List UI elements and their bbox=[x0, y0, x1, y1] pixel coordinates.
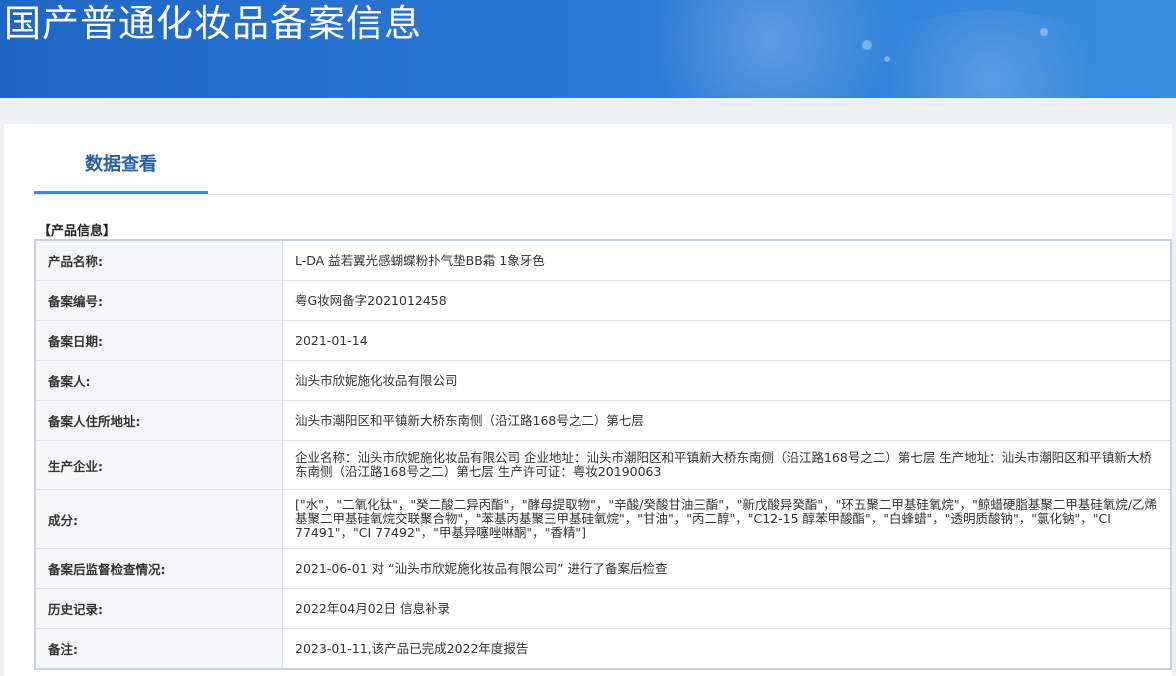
row-value: 2021-01-14 bbox=[282, 320, 1172, 361]
table-row: 备案编号: 粤G妆网备字2021012458 bbox=[34, 280, 1172, 321]
row-label: 产品名称: bbox=[34, 239, 283, 281]
product-info-table: 产品名称: L-DA 益若翼光感蝴蝶粉扑气垫BB霜 1象牙色 备案编号: 粤G妆… bbox=[34, 239, 1172, 670]
table-row: 生产企业: 企业名称：汕头市欣妮施化妆品有限公司 企业地址：汕头市潮阳区和平镇新… bbox=[34, 440, 1172, 490]
page-title: 国产普通化妆品备案信息 bbox=[4, 2, 422, 45]
row-label: 备案人住所地址: bbox=[34, 400, 283, 441]
row-value: 2023-01-11,该产品已完成2022年度报告 bbox=[282, 628, 1172, 670]
tab-bar: 数据查看 bbox=[34, 124, 1172, 195]
banner-dot-decoration bbox=[884, 56, 890, 62]
row-label: 生产企业: bbox=[34, 440, 283, 490]
row-value: 企业名称：汕头市欣妮施化妆品有限公司 企业地址：汕头市潮阳区和平镇新大桥东南侧（… bbox=[282, 440, 1172, 490]
row-value: ["水"，"二氧化钛"，"癸二酸二异丙酯"，"酵母提取物"，"辛酸/癸酸甘油三酯… bbox=[282, 489, 1172, 549]
row-label: 备注: bbox=[34, 628, 283, 670]
row-value: L-DA 益若翼光感蝴蝶粉扑气垫BB霜 1象牙色 bbox=[282, 239, 1172, 281]
row-label: 备案人: bbox=[34, 360, 283, 401]
row-label: 备案日期: bbox=[34, 320, 283, 361]
row-label: 备案后监督检查情况: bbox=[34, 548, 283, 589]
row-value: 汕头市欣妮施化妆品有限公司 bbox=[282, 360, 1172, 401]
section-title: 【产品信息】 bbox=[38, 224, 117, 239]
row-value: 粤G妆网备字2021012458 bbox=[282, 280, 1172, 321]
row-value: 2021-06-01 对 “汕头市欣妮施化妆品有限公司” 进行了备案后检查 bbox=[282, 548, 1172, 589]
table-row: 成分: ["水"，"二氧化钛"，"癸二酸二异丙酯"，"酵母提取物"，"辛酸/癸酸… bbox=[34, 489, 1172, 549]
table-row: 备案人: 汕头市欣妮施化妆品有限公司 bbox=[34, 360, 1172, 401]
row-label: 备案编号: bbox=[34, 280, 283, 321]
header-banner: 国产普通化妆品备案信息 bbox=[0, 0, 1176, 98]
content-panel: 数据查看 【产品信息】 产品名称: L-DA 益若翼光感蝴蝶粉扑气垫BB霜 1象… bbox=[4, 124, 1172, 676]
banner-dot-decoration bbox=[1040, 28, 1048, 36]
row-label: 历史记录: bbox=[34, 588, 283, 629]
table-row: 产品名称: L-DA 益若翼光感蝴蝶粉扑气垫BB霜 1象牙色 bbox=[34, 239, 1172, 281]
table-row: 备案日期: 2021-01-14 bbox=[34, 320, 1172, 361]
row-label: 成分: bbox=[34, 489, 283, 549]
row-value: 2022年04月02日 信息补录 bbox=[282, 588, 1172, 629]
tab-data-view[interactable]: 数据查看 bbox=[34, 124, 208, 194]
table-row: 历史记录: 2022年04月02日 信息补录 bbox=[34, 588, 1172, 629]
table-row: 备案后监督检查情况: 2021-06-01 对 “汕头市欣妮施化妆品有限公司” … bbox=[34, 548, 1172, 589]
row-value: 汕头市潮阳区和平镇新大桥东南侧（沿江路168号之二）第七层 bbox=[282, 400, 1172, 441]
banner-dot-decoration bbox=[862, 40, 872, 50]
table-row: 备注: 2023-01-11,该产品已完成2022年度报告 bbox=[34, 628, 1172, 670]
table-row: 备案人住所地址: 汕头市潮阳区和平镇新大桥东南侧（沿江路168号之二）第七层 bbox=[34, 400, 1172, 441]
